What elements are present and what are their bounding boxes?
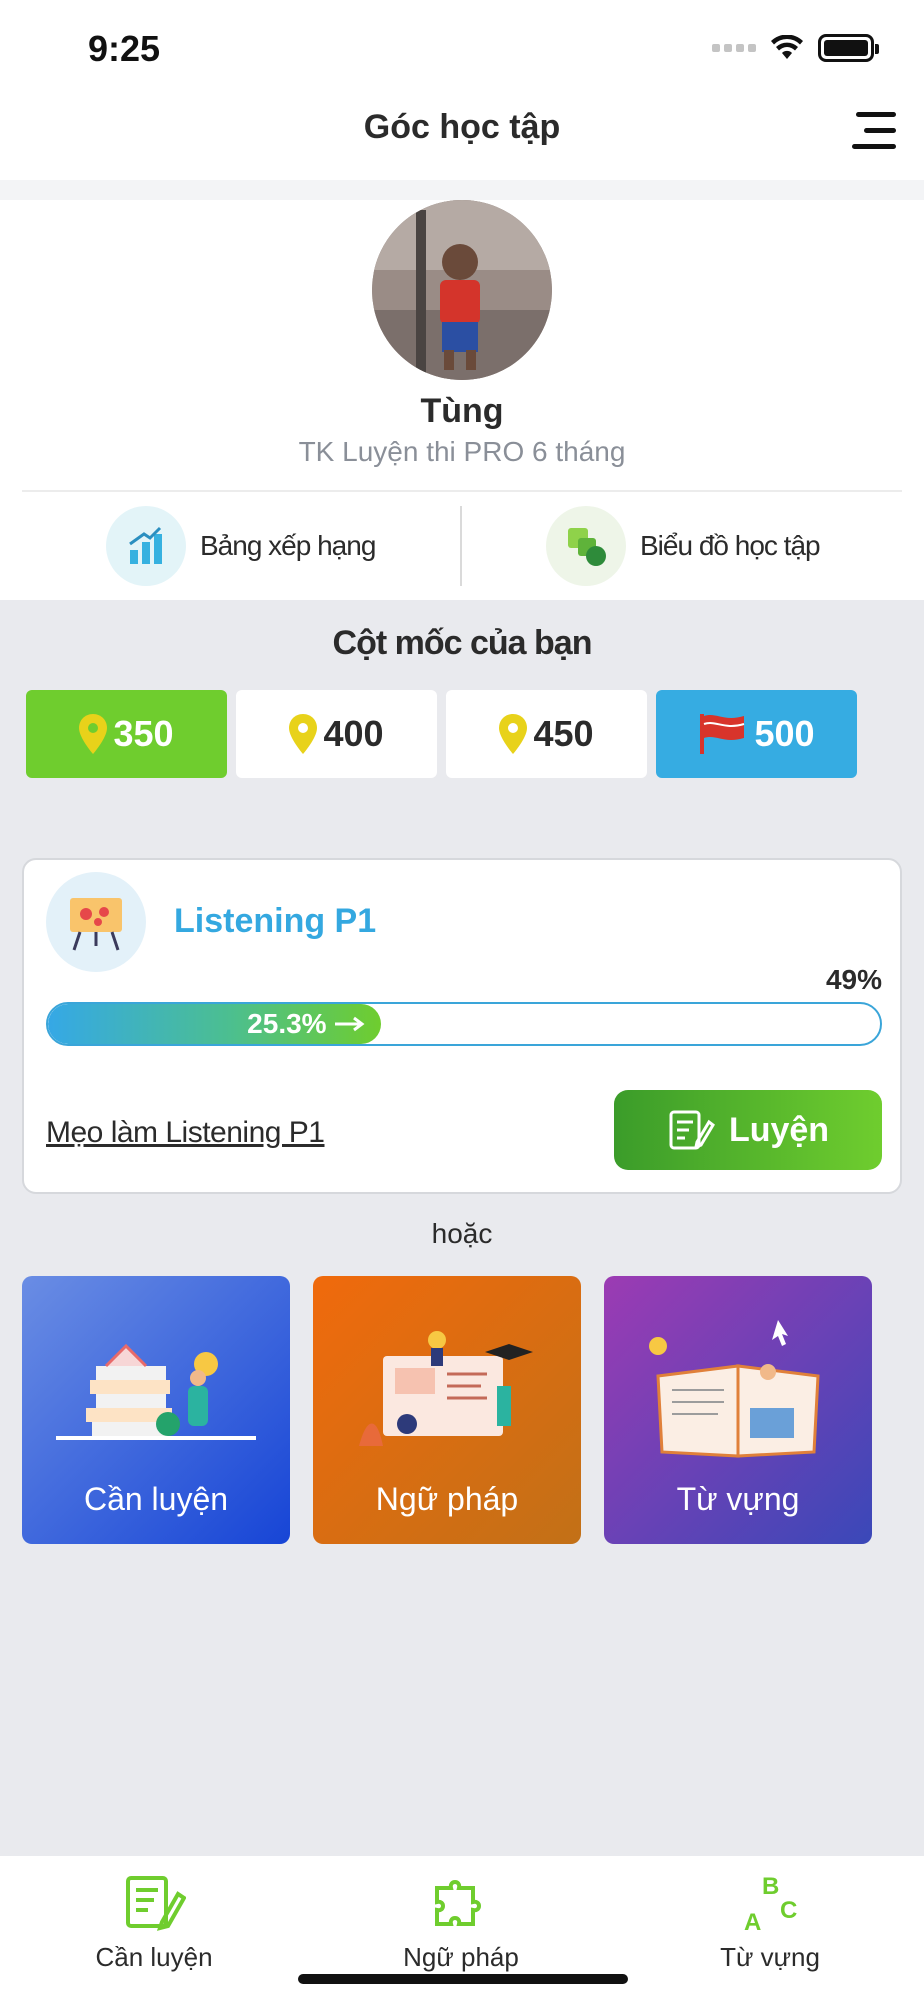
profile-section: Tùng TK Luyện thi PRO 6 tháng Bảng xếp h…: [0, 200, 924, 600]
home-indicator: [298, 1974, 628, 1984]
profile-name: Tùng: [420, 392, 504, 430]
map-pin-icon: [289, 714, 318, 754]
puzzle-icon: [425, 1872, 497, 1936]
wifi-icon: [771, 35, 803, 59]
nav-grammar[interactable]: Ngữ pháp: [361, 1872, 561, 1973]
category-tiles: Cần luyện Ngữ pháp Từ vựng: [22, 1276, 872, 1544]
nav-vocabulary[interactable]: A B C Từ vựng: [670, 1872, 870, 1973]
notebook-pen-icon: [669, 1110, 715, 1150]
status-icons: [712, 34, 879, 62]
map-pin-icon: [499, 714, 528, 754]
tips-link[interactable]: Mẹo làm Listening P1: [46, 1116, 325, 1150]
skill-title: Listening P1: [174, 902, 377, 940]
milestone-value: 400: [323, 713, 384, 754]
tile-review-label: Cần luyện: [83, 1481, 229, 1517]
practice-card: Listening P1 49% 25.3% Mẹo làm Listening…: [22, 858, 902, 1194]
shapes-chart-icon: [546, 506, 626, 586]
progress-bar: 25.3%: [46, 1002, 882, 1046]
abc-letters-icon: A B C: [734, 1872, 806, 1936]
tile-grammar[interactable]: Ngữ pháp: [313, 1276, 581, 1544]
page-title: Góc học tập: [363, 108, 561, 146]
milestone-value: 450: [533, 713, 594, 754]
target-percent: 49%: [825, 964, 882, 995]
milestones-row: 350 400 450 500: [26, 690, 857, 778]
practice-button[interactable]: Luyện: [614, 1090, 882, 1170]
milestones-title: Cột mốc của bạn: [332, 624, 593, 662]
tile-grammar-label: Ngữ pháp: [375, 1481, 519, 1517]
progress-fill: 25.3%: [48, 1004, 381, 1044]
tile-review[interactable]: Cần luyện: [22, 1276, 290, 1544]
quick-links-divider: [460, 506, 462, 586]
header-divider: [0, 180, 924, 200]
avatar-photo: [372, 200, 552, 380]
tile-vocabulary-label: Từ vựng: [676, 1481, 800, 1517]
map-pin-icon: [79, 714, 108, 754]
bar-chart-icon: [106, 506, 186, 586]
milestone-350[interactable]: 350: [26, 690, 227, 778]
cellular-signal-icon: [712, 44, 756, 52]
study-board-illustration: [359, 1331, 533, 1446]
leaderboard-link[interactable]: Bảng xếp hạng: [106, 506, 376, 586]
bottom-nav: Cần luyện Ngữ pháp A B C Từ vựng: [0, 1856, 924, 2000]
nav-vocabulary-label: Từ vựng: [720, 1942, 820, 1972]
progress-text: 25.3%: [247, 1008, 327, 1039]
status-bar: 9:25: [0, 0, 924, 88]
subscription-plan: TK Luyện thi PRO 6 tháng: [298, 436, 626, 467]
leaderboard-label: Bảng xếp hạng: [200, 530, 376, 561]
status-time: 9:25: [88, 28, 161, 69]
menu-button[interactable]: [848, 106, 896, 152]
open-book-illustration: [649, 1320, 820, 1458]
svg-text:A: A: [744, 1909, 761, 1936]
study-chart-label: Biểu đồ học tập: [640, 530, 821, 561]
milestone-400[interactable]: 400: [236, 690, 437, 778]
milestone-value: 500: [754, 713, 815, 754]
nav-grammar-label: Ngữ pháp: [403, 1942, 519, 1972]
nav-review-label: Cần luyện: [95, 1942, 213, 1972]
battery-icon: [818, 34, 879, 62]
flag-icon: [700, 714, 745, 754]
practice-button-label: Luyện: [728, 1110, 830, 1149]
svg-text:B: B: [762, 1873, 779, 1900]
or-separator: hoặc: [431, 1218, 493, 1249]
study-chart-link[interactable]: Biểu đồ học tập: [546, 506, 821, 586]
svg-text:C: C: [780, 1897, 797, 1924]
avatar[interactable]: [372, 200, 552, 380]
milestone-value: 350: [113, 713, 174, 754]
nav-review[interactable]: Cần luyện: [54, 1872, 254, 1973]
app-header: Góc học tập: [0, 88, 924, 180]
milestone-450[interactable]: 450: [446, 690, 647, 778]
menu-icon: [856, 112, 896, 117]
arrow-right-icon: [334, 1016, 365, 1032]
books-illustration: [56, 1343, 256, 1440]
tile-vocabulary[interactable]: Từ vựng: [604, 1276, 872, 1544]
profile-divider: [22, 490, 902, 492]
milestone-500[interactable]: 500: [656, 690, 857, 778]
notebook-pen-icon: [118, 1872, 190, 1936]
easel-icon: [46, 872, 146, 972]
